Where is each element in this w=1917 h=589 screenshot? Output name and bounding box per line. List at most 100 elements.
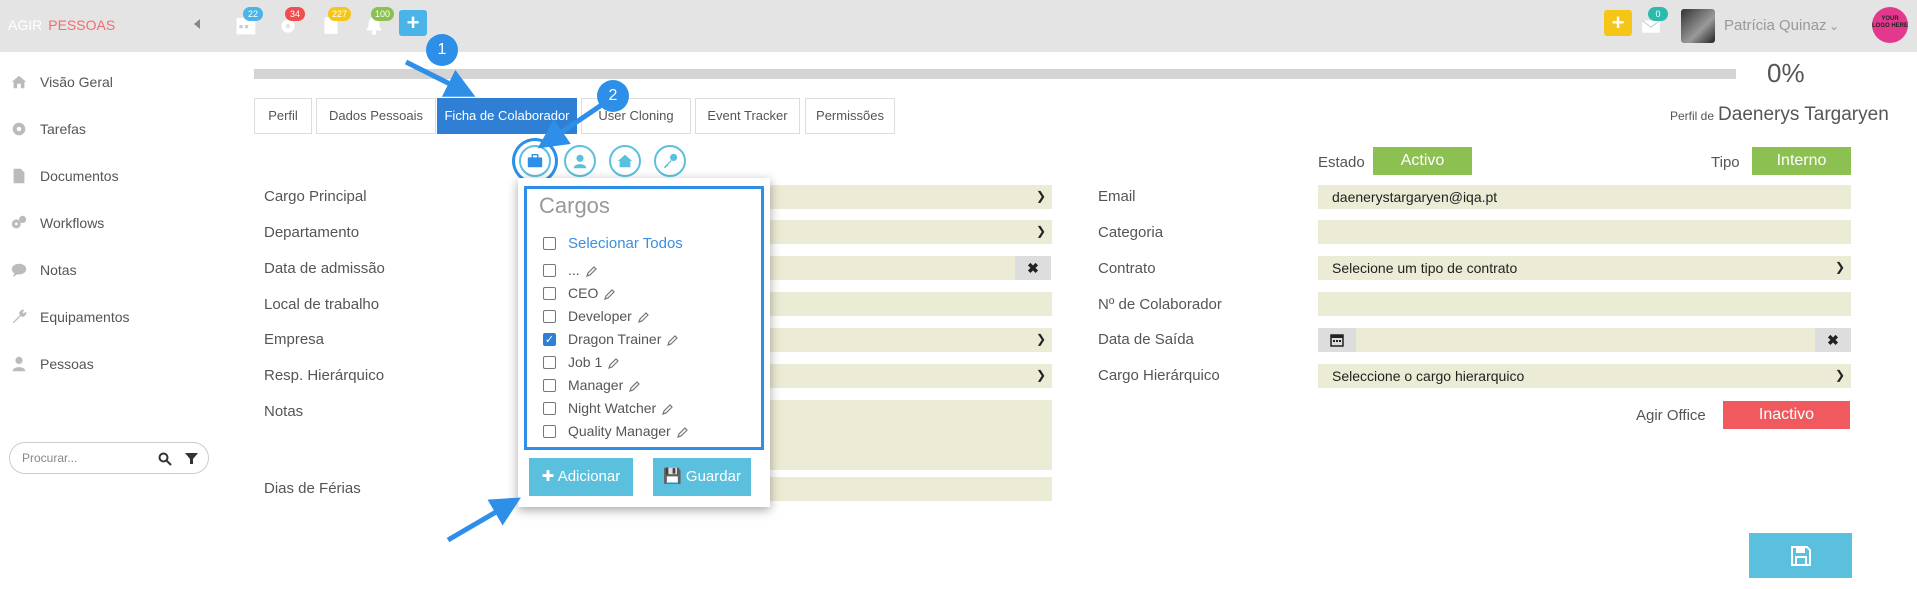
yellow-add-button[interactable]: + bbox=[1604, 10, 1632, 36]
pencil-icon[interactable] bbox=[608, 356, 620, 369]
documents-icon[interactable]: 227 bbox=[320, 7, 352, 38]
estado-status-badge[interactable]: Activo bbox=[1373, 147, 1472, 175]
brand-part1: AGIR bbox=[8, 17, 43, 33]
sidebar-item-tarefas[interactable]: Tarefas bbox=[10, 117, 86, 141]
local-trabalho-field[interactable] bbox=[757, 292, 1052, 316]
sidebar-item-equipamentos[interactable]: Equipamentos bbox=[10, 305, 130, 329]
cargo-item[interactable]: Job 1 bbox=[543, 353, 620, 371]
checkbox[interactable] bbox=[543, 378, 556, 392]
pencil-icon[interactable] bbox=[676, 425, 689, 438]
cargo-hierarquico-select[interactable]: Seleccione o cargo hierarquico ❯ bbox=[1318, 364, 1851, 388]
checkbox[interactable] bbox=[543, 286, 556, 300]
cargo-item[interactable]: Quality Manager bbox=[543, 422, 689, 440]
step-marker-1: 1 bbox=[426, 34, 458, 66]
checkbox[interactable] bbox=[543, 355, 556, 369]
pencil-icon[interactable] bbox=[637, 310, 650, 323]
sidebar-item-pessoas[interactable]: Pessoas bbox=[10, 352, 94, 376]
save-cargos-button[interactable]: 💾 Guardar bbox=[653, 458, 751, 496]
data-saida-field[interactable] bbox=[1356, 328, 1815, 352]
resp-hierarquico-select[interactable]: ❯ bbox=[757, 364, 1052, 388]
sidebar-item-label: Documentos bbox=[40, 168, 119, 184]
brand-logo[interactable]: AGIR PESSOAS bbox=[8, 17, 115, 33]
user-name[interactable]: Patrícia Quinaz bbox=[1724, 17, 1827, 34]
cargo-item[interactable]: ✓ Dragon Trainer bbox=[543, 330, 679, 348]
checkbox[interactable]: ✓ bbox=[543, 332, 556, 346]
email-label: Email bbox=[1098, 188, 1136, 205]
collapse-sidebar-icon[interactable] bbox=[194, 19, 200, 29]
sidebar-item-label: Notas bbox=[40, 262, 77, 278]
tab-ficha-colaborador[interactable]: Ficha de Colaborador bbox=[437, 98, 577, 134]
add-cargo-button[interactable]: ✚ Adicionar bbox=[529, 458, 633, 496]
search-input[interactable]: Procurar... bbox=[9, 442, 209, 474]
tipo-label: Tipo bbox=[1711, 154, 1740, 171]
notas-textarea[interactable] bbox=[757, 400, 1052, 470]
checkbox[interactable] bbox=[543, 401, 556, 415]
clear-saida-button[interactable]: ✖ bbox=[1815, 328, 1851, 352]
mail-icon[interactable]: 0 bbox=[1640, 7, 1668, 38]
calendar-icon[interactable]: 22 bbox=[235, 7, 263, 38]
key-icon[interactable] bbox=[654, 145, 686, 177]
cargo-item-label: Job 1 bbox=[568, 354, 603, 370]
search-placeholder: Procurar... bbox=[22, 451, 78, 465]
cargo-item[interactable]: Manager bbox=[543, 376, 641, 394]
briefcase-icon[interactable] bbox=[519, 145, 551, 177]
save-label: Guardar bbox=[685, 468, 741, 485]
user-card-icon[interactable] bbox=[564, 145, 596, 177]
pencil-icon[interactable] bbox=[667, 333, 679, 346]
notas-label: Notas bbox=[264, 403, 304, 420]
departamento-label: Departamento bbox=[264, 224, 360, 241]
pencil-icon[interactable] bbox=[585, 264, 598, 277]
departamento-select[interactable]: ❯ bbox=[757, 220, 1052, 244]
categoria-field[interactable] bbox=[1318, 220, 1851, 244]
local-trabalho-label: Local de trabalho bbox=[264, 296, 380, 313]
checkbox[interactable] bbox=[543, 424, 556, 438]
quick-add-button[interactable]: + bbox=[399, 10, 427, 36]
cargo-item[interactable]: CEO bbox=[543, 284, 616, 302]
tab-user-cloning[interactable]: User Cloning bbox=[581, 98, 691, 134]
cargo-principal-select[interactable]: ❯ bbox=[757, 185, 1052, 209]
search-icon[interactable] bbox=[158, 452, 172, 471]
filter-icon[interactable] bbox=[185, 452, 198, 470]
select-all-label: Selecionar Todos bbox=[568, 234, 683, 252]
pencil-icon[interactable] bbox=[629, 379, 641, 392]
cargo-item[interactable]: Night Watcher bbox=[543, 399, 674, 417]
agir-office-status-badge[interactable]: Inactivo bbox=[1723, 401, 1850, 429]
sidebar-item-label: Equipamentos bbox=[40, 309, 130, 325]
pencil-icon[interactable] bbox=[604, 287, 616, 300]
contrato-select[interactable]: Selecione um tipo de contrato ❯ bbox=[1318, 256, 1851, 280]
checkbox[interactable] bbox=[543, 236, 556, 250]
save-button[interactable] bbox=[1749, 533, 1852, 578]
chevron-down-icon: ❯ bbox=[1035, 224, 1046, 238]
cargo-item[interactable]: ... bbox=[543, 261, 598, 279]
sidebar-item-documentos[interactable]: Documentos bbox=[10, 164, 119, 188]
calendar-picker-icon[interactable] bbox=[1318, 328, 1356, 352]
tab-event-tracker[interactable]: Event Tracker bbox=[695, 98, 800, 134]
avatar[interactable] bbox=[1681, 9, 1715, 43]
num-colaborador-field[interactable] bbox=[1318, 292, 1851, 316]
tab-dados-pessoais[interactable]: Dados Pessoais bbox=[316, 98, 436, 134]
email-field[interactable]: daenerystargaryen@iqa.pt bbox=[1318, 185, 1851, 209]
checkbox[interactable] bbox=[543, 263, 556, 277]
clear-date-button[interactable]: ✖ bbox=[1015, 256, 1051, 280]
bell-icon[interactable]: 100 bbox=[363, 7, 395, 38]
sidebar-item-notas[interactable]: Notas bbox=[10, 258, 77, 282]
settings-icon[interactable]: 34 bbox=[277, 7, 305, 38]
tab-permissoes[interactable]: Permissões bbox=[805, 98, 895, 134]
tipo-status-badge[interactable]: Interno bbox=[1752, 147, 1851, 175]
email-value: daenerystargaryen@iqa.pt bbox=[1332, 189, 1498, 205]
cargo-item[interactable]: Developer bbox=[543, 307, 650, 325]
house-icon[interactable] bbox=[609, 145, 641, 177]
cargo-item-label: CEO bbox=[568, 285, 599, 301]
cargo-item-label: Manager bbox=[568, 377, 624, 393]
sidebar-item-workflows[interactable]: Workflows bbox=[10, 211, 104, 235]
data-admissao-field[interactable] bbox=[757, 256, 1015, 280]
select-all-checkbox[interactable]: Selecionar Todos bbox=[543, 234, 683, 252]
chevron-down-icon[interactable]: ⌄ bbox=[1829, 19, 1839, 33]
sidebar-item-visao-geral[interactable]: Visão Geral bbox=[10, 70, 113, 94]
dias-ferias-field[interactable] bbox=[757, 477, 1052, 501]
empresa-select[interactable]: ❯ bbox=[757, 328, 1052, 352]
checkbox[interactable] bbox=[543, 309, 556, 323]
dias-ferias-label: Dias de Férias bbox=[264, 480, 361, 497]
pencil-icon[interactable] bbox=[662, 402, 674, 415]
tab-perfil[interactable]: Perfil bbox=[254, 98, 312, 134]
